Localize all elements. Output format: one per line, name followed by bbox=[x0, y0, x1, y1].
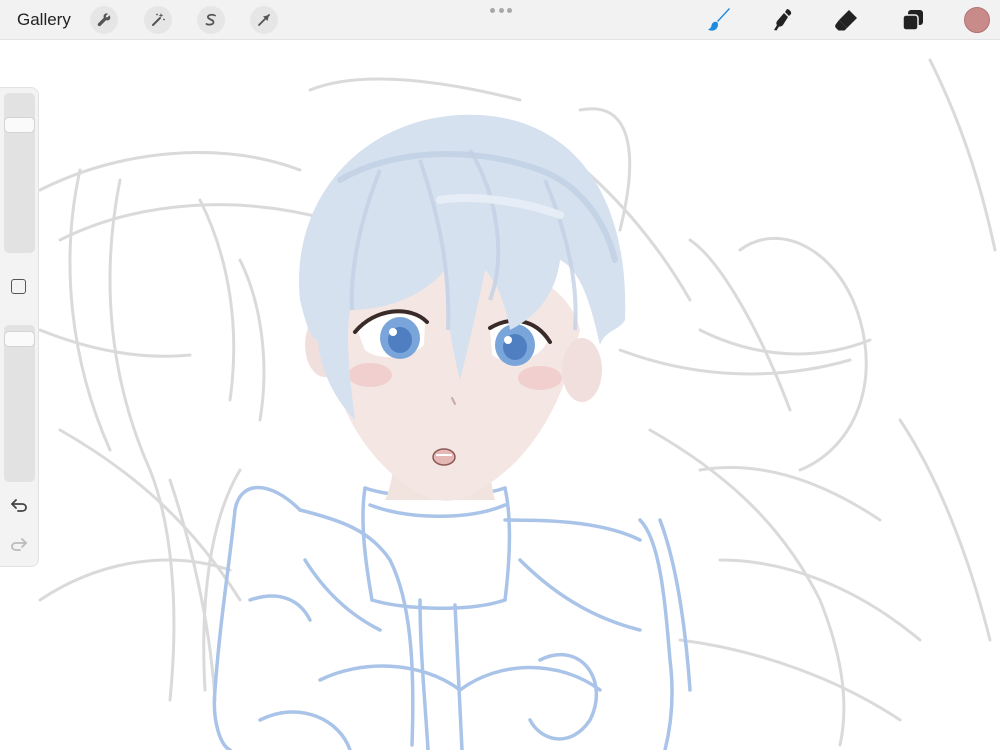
mouth bbox=[432, 448, 456, 466]
adjustments-button[interactable] bbox=[144, 6, 172, 34]
undo-icon bbox=[11, 499, 27, 512]
undo-button[interactable] bbox=[9, 495, 29, 515]
brush-size-slider[interactable] bbox=[4, 93, 35, 253]
gallery-button[interactable]: Gallery bbox=[17, 10, 71, 30]
modify-square-icon[interactable] bbox=[11, 279, 26, 294]
brush-size-thumb[interactable] bbox=[4, 117, 35, 134]
top-toolbar: Gallery bbox=[0, 0, 1000, 40]
left-sidebar bbox=[0, 87, 39, 567]
selection-button[interactable] bbox=[197, 6, 225, 34]
redo-icon bbox=[11, 538, 27, 551]
redo-button[interactable] bbox=[9, 534, 29, 554]
selection-s-icon bbox=[205, 13, 216, 26]
toolbar-grabber-dots[interactable] bbox=[490, 8, 512, 14]
brush-opacity-slider[interactable] bbox=[4, 325, 35, 482]
color-picker-swatch[interactable] bbox=[964, 7, 990, 33]
left-blush bbox=[348, 363, 392, 387]
blue-sketch-body bbox=[212, 485, 692, 752]
transform-arrow-icon bbox=[258, 14, 270, 26]
wrench-icon bbox=[97, 13, 111, 27]
smudge-icon bbox=[774, 9, 792, 31]
layers-icon bbox=[902, 10, 923, 31]
transform-button[interactable] bbox=[250, 6, 278, 34]
brush-opacity-thumb[interactable] bbox=[4, 330, 35, 347]
brush-tool-button[interactable] bbox=[704, 5, 734, 35]
magic-wand-icon bbox=[152, 13, 165, 26]
artwork bbox=[38, 58, 997, 752]
layers-button[interactable] bbox=[898, 5, 928, 35]
brush-icon bbox=[708, 8, 730, 31]
smudge-tool-button[interactable] bbox=[768, 5, 798, 35]
right-blush bbox=[518, 366, 562, 390]
actions-button[interactable] bbox=[90, 6, 118, 34]
right-ear bbox=[562, 338, 602, 402]
eraser-icon bbox=[835, 10, 857, 31]
drawing-canvas[interactable] bbox=[0, 40, 1000, 752]
eraser-tool-button[interactable] bbox=[832, 5, 862, 35]
